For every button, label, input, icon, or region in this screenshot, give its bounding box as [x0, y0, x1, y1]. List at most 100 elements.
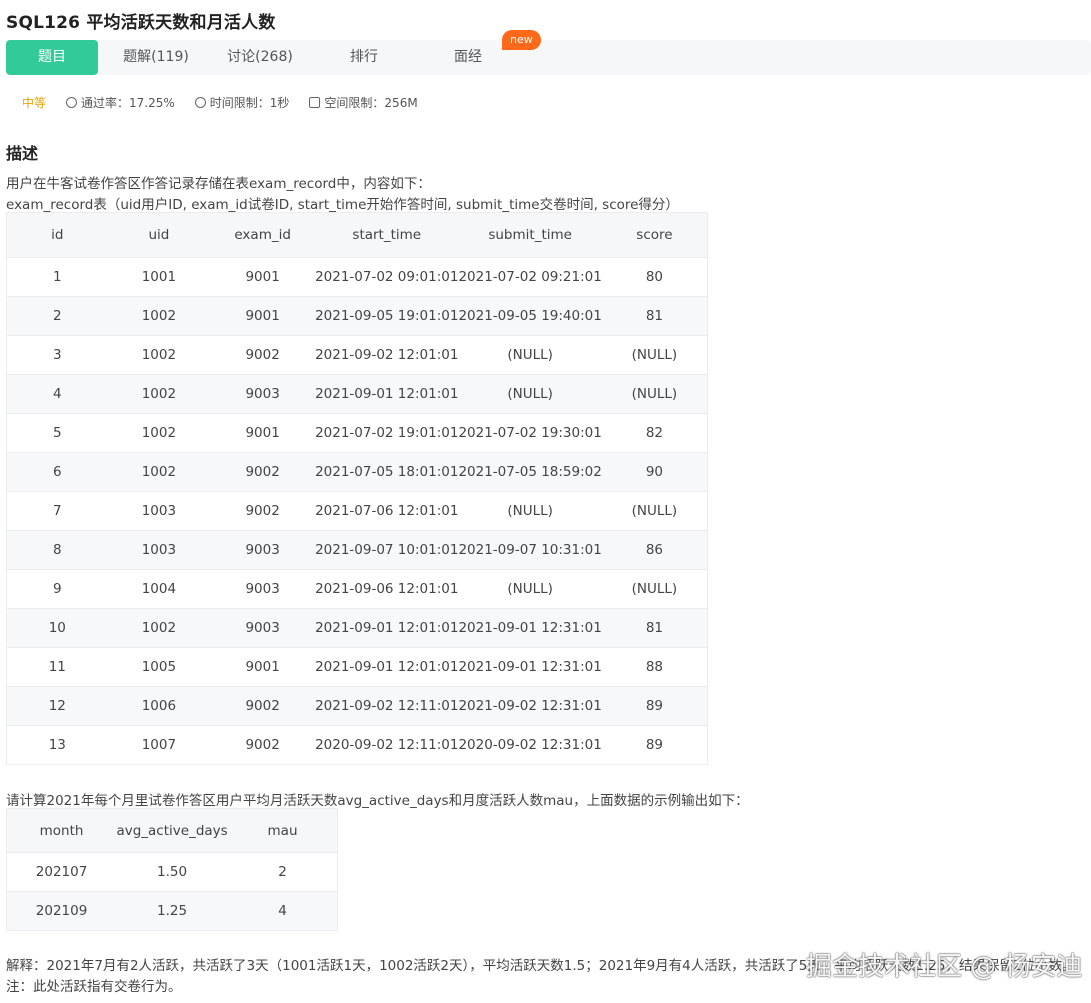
table-cell: 2021-09-02 12:31:01 — [458, 686, 602, 726]
table-cell: 9002 — [210, 452, 316, 492]
table-header-row: id uid exam_id start_time submit_time sc… — [6, 212, 708, 258]
table-cell: 5 — [6, 413, 108, 453]
table-row: 2 1002 9001 2021-09-05 19:01:01 2021-09-05 1… — [6, 296, 708, 336]
table-cell: 1005 — [107, 647, 211, 687]
column-header: id — [6, 212, 108, 258]
table-cell: 2021-09-01 12:31:01 — [458, 647, 602, 687]
page-title: SQL126 平均活跃天数和月活人数 — [6, 13, 276, 33]
problem-meta: 中等 通过率：17.25% 时间限制：1秒 空间限制：256M — [22, 94, 438, 111]
table-cell: (NULL) — [458, 491, 602, 531]
table-row: 13 1007 9002 2020-09-02 12:11:01 2020-09-02 … — [6, 725, 708, 765]
table-cell: (NULL) — [601, 335, 708, 375]
table-cell: 2021-07-06 12:01:01 — [315, 491, 459, 531]
table-cell: 6 — [6, 452, 108, 492]
space-limit: 空间限制：256M — [309, 94, 418, 111]
column-header: submit_time — [458, 212, 602, 258]
table-cell: (NULL) — [458, 569, 602, 609]
table-row: 12 1006 9002 2021-09-02 12:11:01 2021-09-02 … — [6, 686, 708, 726]
table-cell: 1.25 — [116, 891, 229, 931]
table-cell: 2021-07-02 19:30:01 — [458, 413, 602, 453]
table-cell: 9001 — [210, 413, 316, 453]
table-cell: 1002 — [107, 335, 211, 375]
column-header: score — [601, 212, 708, 258]
table-cell: 9 — [6, 569, 108, 609]
description-line-1: 用户在牛客试卷作答区作答记录存储在表exam_record中，内容如下： — [6, 176, 431, 192]
table-cell: 3 — [6, 335, 108, 375]
table-cell: 9002 — [210, 686, 316, 726]
table-cell: 2021-09-02 12:01:01 — [315, 335, 459, 375]
table-cell: 1001 — [107, 257, 211, 297]
description-heading: 描述 — [6, 144, 39, 163]
table-cell: 81 — [601, 296, 708, 336]
table-cell: 9003 — [210, 530, 316, 570]
column-header: month — [6, 808, 117, 853]
table-cell: 1004 — [107, 569, 211, 609]
table-cell: 2021-09-07 10:01:01 — [315, 530, 459, 570]
table-cell: 7 — [6, 491, 108, 531]
note-text: 注：此处活跃指有交卷行为。 — [6, 979, 182, 995]
table-cell: 2021-09-05 19:01:01 — [315, 296, 459, 336]
table-cell: (NULL) — [458, 335, 602, 375]
table-row: 3 1002 9002 2021-09-02 12:01:01 (NULL) (NULL) — [6, 335, 708, 375]
table-cell: (NULL) — [601, 491, 708, 531]
table-cell: 1006 — [107, 686, 211, 726]
table-cell: 9001 — [210, 257, 316, 297]
table-cell: 2021-07-05 18:01:01 — [315, 452, 459, 492]
clock-icon — [194, 97, 206, 108]
table-cell: 88 — [601, 647, 708, 687]
table-cell: 13 — [6, 725, 108, 765]
table-cell: 12 — [6, 686, 108, 726]
table-cell: 1.50 — [116, 852, 229, 892]
table-cell: 9001 — [210, 296, 316, 336]
tab-problem[interactable]: 题目 — [6, 40, 98, 75]
table-cell: 2021-07-05 18:59:02 — [458, 452, 602, 492]
table-cell: 2021-07-02 19:01:01 — [315, 413, 459, 453]
time-limit: 时间限制：1秒 — [194, 94, 290, 111]
table-cell: 2 — [6, 296, 108, 336]
table-cell: 2021-07-02 09:21:01 — [458, 257, 602, 297]
exam-record-table: id uid exam_id start_time submit_time sc… — [6, 212, 708, 765]
tab-solutions[interactable]: 题解(119) — [110, 40, 202, 75]
table-cell: 4 — [228, 891, 338, 931]
table-cell: 2021-09-05 19:40:01 — [458, 296, 602, 336]
table-cell: 202107 — [6, 852, 117, 892]
chip-icon — [309, 97, 321, 108]
new-badge: new — [502, 30, 541, 50]
table-cell: 2021-09-07 10:31:01 — [458, 530, 602, 570]
table-cell: (NULL) — [601, 569, 708, 609]
table-cell: 2020-09-02 12:31:01 — [458, 725, 602, 765]
table-cell: 89 — [601, 725, 708, 765]
tab-ranking[interactable]: 排行 — [318, 40, 410, 75]
column-header: avg_active_days — [116, 808, 229, 853]
table-cell: 2020-09-02 12:11:01 — [315, 725, 459, 765]
table-cell: 2021-09-06 12:01:01 — [315, 569, 459, 609]
tab-discussion[interactable]: 讨论(268) — [214, 40, 306, 75]
check-circle-icon — [66, 97, 78, 108]
time-limit-text: 时间限制：1秒 — [209, 96, 290, 110]
table-cell: 8 — [6, 530, 108, 570]
table-cell: 1003 — [107, 530, 211, 570]
table-cell: 202109 — [6, 891, 117, 931]
table-cell: 2021-09-01 12:31:01 — [458, 608, 602, 648]
table-cell: 2021-09-02 12:11:01 — [315, 686, 459, 726]
table-row: 202109 1.25 4 — [6, 891, 338, 931]
column-header: exam_id — [210, 212, 316, 258]
column-header: start_time — [315, 212, 459, 258]
table-cell: 9002 — [210, 335, 316, 375]
column-header: uid — [107, 212, 211, 258]
table-row: 8 1003 9003 2021-09-07 10:01:01 2021-09-07 1… — [6, 530, 708, 570]
tab-interview[interactable]: 面经 — [422, 40, 514, 75]
table-cell: 1002 — [107, 374, 211, 414]
table-cell: 9003 — [210, 374, 316, 414]
watermark: 掘金技术社区 @ 杨安迪 — [806, 952, 1083, 982]
table-cell: 1002 — [107, 608, 211, 648]
table-cell: 11 — [6, 647, 108, 687]
table-cell: 9001 — [210, 647, 316, 687]
table-cell: 9002 — [210, 491, 316, 531]
table-cell: 90 — [601, 452, 708, 492]
table-cell: 9003 — [210, 569, 316, 609]
table-row: 1 1001 9001 2021-07-02 09:01:01 2021-07-02 0… — [6, 257, 708, 297]
table-cell: 2021-09-01 12:01:01 — [315, 374, 459, 414]
sample-output-table: month avg_active_days mau 202107 1.50 2 202… — [6, 808, 338, 931]
table-header-row: month avg_active_days mau — [6, 808, 338, 853]
